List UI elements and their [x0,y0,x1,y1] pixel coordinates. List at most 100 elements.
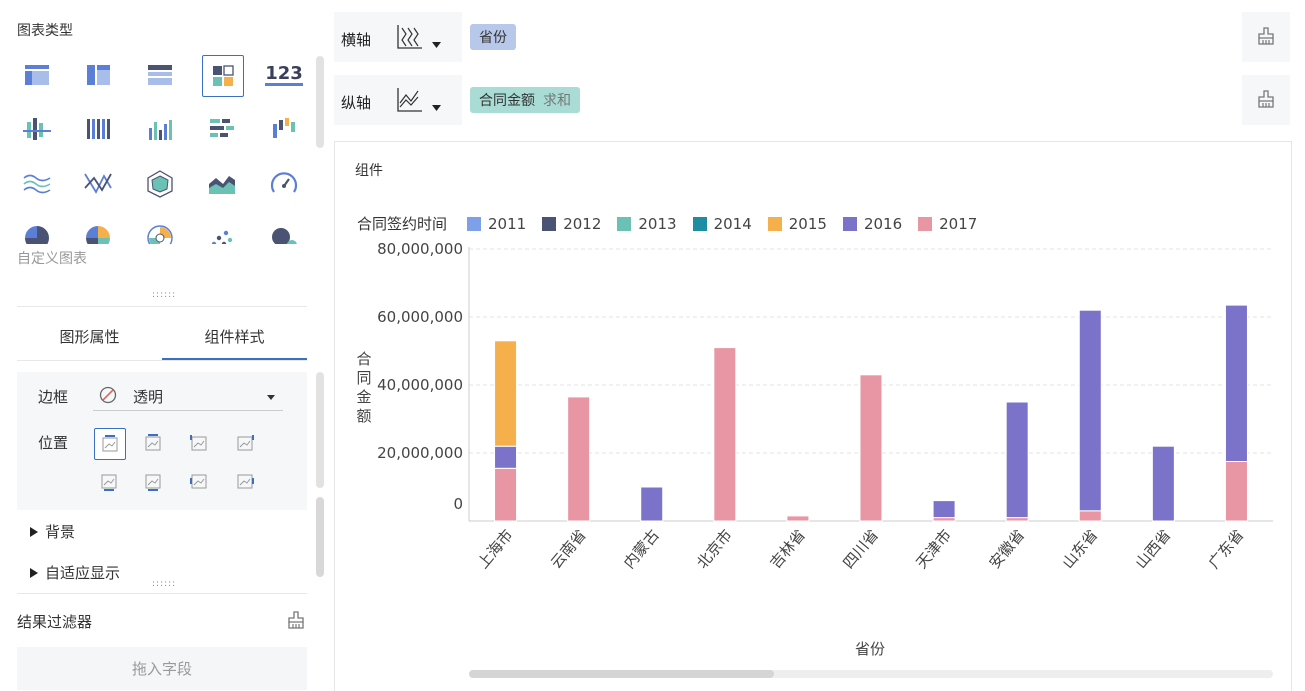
y-axis-label: 纵轴 [341,94,372,112]
x-tick-label: 四川省 [839,526,882,572]
tabs-divider [17,360,307,361]
position-icon [145,434,161,451]
clear-brush-icon[interactable] [1256,26,1276,46]
x-axis-field-zone[interactable]: 省份 [462,12,1242,62]
chart-type-option[interactable] [17,164,57,204]
line-cross-icon [84,173,112,194]
chart-type-option[interactable] [78,55,118,95]
bar-segment-2017[interactable] [713,347,737,522]
chart-type-option[interactable]: 123 [264,55,304,95]
position-option-bottom-center[interactable] [138,466,168,496]
x-axis-row: 横轴 省份 [334,12,1290,62]
clear-brush-icon[interactable] [286,610,306,630]
filter-drop-zone[interactable]: 拖入字段 [17,647,307,690]
bar-segment-2017[interactable] [494,467,518,522]
bar-segment-2016[interactable] [494,445,518,469]
position-icon [237,435,254,451]
bar-segment-2017[interactable] [1005,517,1029,522]
chart-type-option[interactable] [264,218,304,258]
y-field-name: 合同金额 [479,93,535,109]
caret-right-icon [30,568,38,578]
y-axis-field-pill[interactable]: 合同金额 求和 [470,87,580,113]
y-tick-label: 20,000,000 [377,444,463,462]
bar-segment-2016[interactable] [932,500,956,519]
x-tick-label: 山西省 [1132,526,1175,572]
tab-graphic-properties[interactable]: 图形属性 [17,312,162,360]
bar-segment-2017[interactable] [1224,461,1248,522]
x-axis-field-pill[interactable]: 省份 [470,24,516,50]
x-tick-label: 北京市 [693,526,736,572]
bar-segment-2017[interactable] [859,374,883,522]
chart-type-option[interactable] [202,55,244,97]
number-123-icon: 123 [265,62,303,86]
chart-type-option[interactable] [17,110,57,150]
bar-segment-2015[interactable] [494,340,518,447]
position-option-top-left[interactable] [94,428,126,460]
x-tick-label: 山东省 [1059,526,1102,572]
bar-segment-2017[interactable] [567,396,591,522]
style-scrollbar-track[interactable] [316,372,324,488]
position-option-top-right[interactable] [230,428,260,458]
resize-grip-icon[interactable]: :::::: [152,290,176,300]
x-axis-label: 横轴 [341,31,372,49]
position-option-left-middle[interactable] [184,466,214,496]
chart-type-option[interactable] [140,110,180,150]
bar-segment-2017[interactable] [932,517,956,522]
bar-segment-2016[interactable] [640,486,664,522]
position-icon [190,435,207,451]
x-tick-label: 安徽省 [986,526,1029,572]
y-axis-chart-type-select[interactable] [394,85,446,117]
x-axis-chart-type-select[interactable] [394,22,446,54]
clear-brush-icon[interactable] [1256,89,1276,109]
border-label: 边框 [38,388,69,406]
active-tab-indicator [162,358,307,360]
bar-segment-2017[interactable] [786,515,810,522]
chart-type-option[interactable] [78,110,118,150]
chart-type-option[interactable] [202,218,242,258]
chart-type-option[interactable] [140,218,180,258]
detail-table-icon [148,65,172,85]
x-tick-label: 广东省 [1205,526,1248,572]
chart-type-option[interactable] [202,110,242,150]
x-axis-title: 省份 [855,640,885,658]
chart-panel: 组件 合同签约时间 2011 2012 2013 2014 2015 2016 2017 8… [334,141,1292,691]
stacked-bar-chart[interactable]: 80,000,000 60,000,000 40,000,000 20,000,000… [335,142,1291,691]
chart-type-option[interactable] [17,55,57,95]
expander-background[interactable]: 背景 [30,521,75,542]
bar-segment-2016[interactable] [1151,445,1175,522]
chart-type-option[interactable] [140,55,180,95]
tab-component-style[interactable]: 组件样式 [162,312,307,360]
chart-scrollbar-thumb[interactable] [469,670,774,678]
line-wave-icon [23,174,51,194]
y-field-aggregation: 求和 [543,93,571,109]
stacked-column-icon [23,118,51,140]
y-tick-label: 40,000,000 [377,376,463,394]
chart-types-scrollbar[interactable] [316,56,324,148]
style-scrollbar-thumb[interactable] [316,497,324,577]
expander-adaptive-display[interactable]: 自适应显示 [30,562,120,583]
position-option-bottom-left[interactable] [94,466,124,496]
x-tick-label: 内蒙古 [620,526,663,572]
chart-type-option[interactable] [78,164,118,204]
bar-icon [210,119,234,137]
waterfall-icon [273,118,295,138]
bar-segment-2017[interactable] [1078,510,1102,522]
y-axis-title-char: 同 [356,369,371,387]
chart-type-option[interactable] [202,164,242,204]
resize-grip-icon[interactable]: :::::: [152,579,176,589]
position-label: 位置 [38,434,69,452]
y-axis-title-char: 金 [356,388,371,406]
bar-segment-2016[interactable] [1005,401,1029,519]
gauge-icon [270,172,298,193]
chart-type-option[interactable] [140,164,180,204]
cross-table-icon [87,65,110,85]
bar-segment-2016[interactable] [1224,304,1248,462]
position-option-top-right-left[interactable] [184,428,214,458]
chart-type-option[interactable] [264,164,304,204]
position-option-right-middle[interactable] [230,466,260,496]
chart-type-option[interactable] [264,110,304,150]
y-axis-field-zone[interactable]: 合同金额 求和 [462,75,1242,125]
border-select[interactable]: 透明 [93,382,283,411]
position-option-top-center[interactable] [138,428,168,458]
bar-segment-2016[interactable] [1078,309,1102,512]
